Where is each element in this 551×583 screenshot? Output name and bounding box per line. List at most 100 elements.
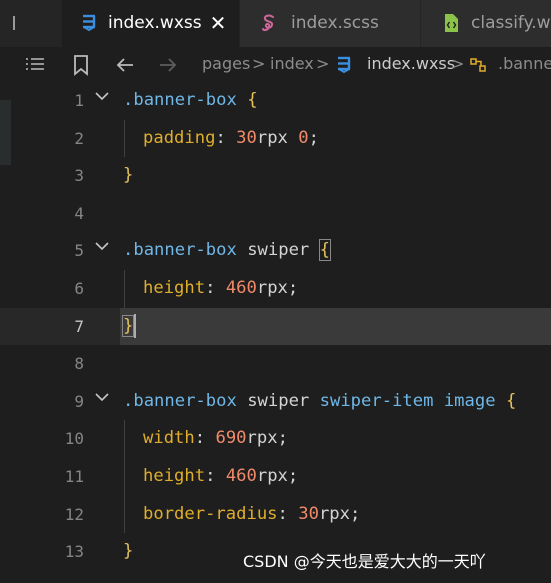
code-line: 12 border-radius: 30rpx; [0,495,551,534]
code-line: 6 height: 460rpx; [0,270,551,308]
colon: : [205,466,216,486]
semicolon: ; [287,466,299,486]
code-text: height: 460rpx; [143,458,298,495]
breadcrumb-separator: > [316,54,330,73]
breadcrumb-index[interactable]: index [270,54,314,74]
bookmark-icon[interactable] [70,54,92,76]
semicolon: ; [277,428,288,449]
code-text: .banner-box swiper { [123,232,332,269]
code-line-current: 7 } [0,307,551,346]
close-icon[interactable]: ✕ [208,12,228,34]
arrow-left-icon[interactable] [114,54,136,76]
indent-guide [124,119,125,158]
sass-icon [262,14,274,32]
indent-guide [124,458,125,496]
colon: : [215,127,226,148]
tab-label: index.wxss [108,13,202,33]
selector: .banner-box [123,390,237,411]
symbol-class-icon [470,58,486,72]
breadcrumb-symbol[interactable]: .banner [498,54,551,74]
semicolon: ; [287,278,299,298]
tag-selector: swiper [247,390,310,411]
line-number: 1 [74,91,84,110]
unit: rpx [318,503,350,524]
brace: } [121,314,135,337]
indent-guide [124,270,125,308]
number: 690 [215,428,247,449]
breadcrumb-separator: > [252,54,266,73]
code-line: 2 padding: 30rpx 0; [0,119,551,158]
code-line: 10 width: 690rpx; [0,420,551,458]
selector: .banner-box [123,90,237,110]
code-text: .banner-box swiper swiper-item image { [123,383,516,420]
line-number: 13 [64,542,84,562]
outline-list-icon[interactable] [24,54,46,76]
file-code-icon [445,14,458,32]
property: height [143,278,206,298]
breadcrumb-separator: > [451,54,465,73]
line-number: 8 [74,354,84,374]
brace: } [123,541,134,562]
code-line: 4 [0,195,551,233]
line-number: 3 [74,166,84,186]
unit: rpx [256,127,288,148]
code-line: 3 } [0,157,551,195]
tag-selector: swiper [247,240,310,261]
code-text: } [123,157,133,194]
code-text: } [121,308,137,345]
tab-index-scss[interactable]: index.scss [240,0,420,47]
chevron-down-icon[interactable] [92,86,112,106]
colon: : [194,428,206,449]
indent-guide [124,420,125,458]
arrow-right-icon[interactable] [157,54,179,76]
tab-classify[interactable]: classify.w [421,0,551,47]
property: height [143,466,206,486]
colon: : [205,278,216,298]
breadcrumb-file[interactable]: index.wxss [367,54,455,74]
line-number: 5 [74,241,84,261]
line-number: 12 [64,504,84,524]
number: 460 [225,278,257,298]
code-text: padding: 30rpx 0; [143,120,319,157]
property: padding [143,127,216,148]
watermark: CSDN @今天也是爱大大的一天吖 [243,552,486,571]
semicolon: ; [308,127,319,148]
breadcrumb-pages[interactable]: pages [202,54,250,74]
line-number: 9 [74,391,84,411]
unit: rpx [256,466,288,486]
chevron-down-icon[interactable] [92,236,112,256]
tab-bar: index.wxss ✕ index.scss classify.w [0,0,551,47]
colon: : [277,503,288,524]
brace: { [247,90,258,110]
current-line-highlight [120,307,551,346]
brace: } [123,165,134,186]
line-number: 10 [64,429,84,449]
code-line: 1 .banner-box { [0,82,551,120]
code-text: height: 460rpx; [143,270,298,307]
property: width [143,428,195,449]
number: 460 [225,466,257,486]
code-line: 8 [0,345,551,383]
line-number: 11 [64,467,84,486]
tab-scroll-edge [13,16,15,30]
property: border-radius [143,503,278,524]
unit: rpx [246,428,278,449]
tag-selector: swiper-item [319,390,434,411]
code-line: 5 .banner-box swiper { [0,232,551,270]
tab-index-wxss[interactable]: index.wxss ✕ [62,0,239,47]
line-number: 2 [74,128,84,148]
tab-label: classify.w [471,13,551,33]
number: 30 [298,503,319,524]
indent-guide [124,495,125,534]
selector: .banner-box [123,240,237,261]
unit: rpx [256,278,288,298]
brace: { [318,239,332,262]
chevron-down-icon[interactable] [92,387,112,407]
code-text: width: 690rpx; [143,420,288,457]
tag-selector: image [443,390,496,411]
code-editor[interactable]: 1 .banner-box { 2 padding: 30rpx 0; 3 } … [0,82,551,583]
code-text: .banner-box { [123,82,258,119]
number: 30 [236,127,257,148]
number: 0 [298,127,309,148]
code-text: } [123,533,133,570]
